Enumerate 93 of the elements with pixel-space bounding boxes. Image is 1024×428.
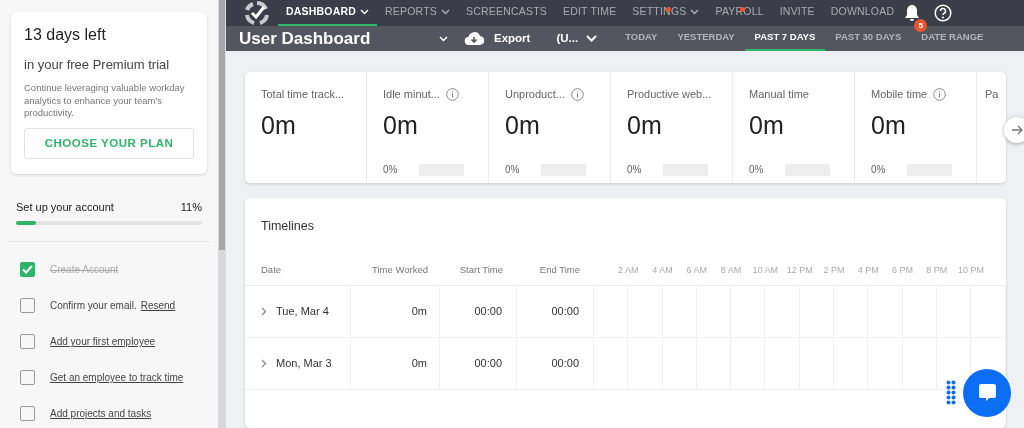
hour-label: 10 PM (958, 264, 985, 275)
export-button[interactable]: Export (494, 29, 531, 48)
time-worked-cell-text: 0m (411, 304, 427, 320)
page-title: User Dashboard (239, 27, 372, 50)
checkbox[interactable] (20, 406, 35, 422)
setup-title: Set up your account (16, 200, 114, 216)
hour-label: 10 AM (752, 264, 779, 275)
chevron-down-icon (360, 9, 370, 15)
arrow-right-icon (1010, 123, 1024, 137)
hour-label: 6 PM (892, 264, 914, 275)
stat-percent: 0% (627, 163, 642, 177)
stat-label: Unproduct... (505, 87, 565, 102)
date-range-tab[interactable]: YESTERDAY (667, 26, 745, 51)
task-link[interactable]: Get an employee to track time (50, 370, 184, 386)
info-icon[interactable] (445, 87, 459, 101)
info-icon[interactable] (933, 87, 947, 101)
next-arrow-button[interactable] (1004, 117, 1024, 143)
stat-label: Productive web... (627, 87, 712, 102)
nav-tab[interactable]: SETTINGS (624, 0, 708, 26)
chevron-down-icon[interactable] (586, 35, 598, 42)
end-time-cell-text: 00:00 (551, 304, 579, 320)
column-header: Start Time (459, 264, 503, 276)
hour-label: 4 AM (652, 264, 673, 275)
timelines-title: Timelines (261, 219, 315, 233)
hour-label: 6 AM (686, 264, 707, 275)
stat-value: 0m (383, 109, 419, 141)
hour-label: 8 AM (720, 264, 742, 275)
hour-label: 12 PM (786, 264, 813, 275)
user-selector[interactable]: (U... (556, 29, 579, 48)
hour-label: 2 AM (617, 264, 639, 275)
date-cell-text: Mon, Mar 3 (276, 356, 332, 372)
cloud-download-icon[interactable] (464, 31, 484, 46)
date-range-tab[interactable]: TODAY (615, 26, 668, 51)
end-time-cell-text: 00:00 (551, 356, 579, 372)
hour-label: 2 PM (823, 264, 845, 275)
date-cell-text: Tue, Mar 4 (276, 304, 329, 320)
help-icon[interactable] (934, 4, 953, 22)
stat-value: 0m (749, 109, 785, 141)
start-time-cell-text: 00:00 (474, 356, 502, 372)
task-label: Create Account (50, 263, 119, 278)
stat-label: Pa (985, 87, 999, 102)
expand-chevron-icon[interactable] (261, 359, 267, 368)
grid-dots-icon[interactable] (946, 380, 956, 406)
stat-label: Mobile time (871, 87, 928, 102)
resend-link[interactable]: Resend (140, 298, 176, 314)
trial-title: 13 days left (24, 25, 107, 45)
chevron-down-icon (439, 35, 448, 42)
date-range-tab[interactable]: PAST 7 DAYS (744, 26, 826, 51)
stat-label: Manual time (749, 87, 809, 102)
stat-percent: 0% (871, 163, 886, 177)
logo-icon (244, 0, 270, 26)
time-worked-cell-text: 0m (411, 356, 427, 372)
task-label: Confirm your email. (50, 299, 137, 314)
task-link[interactable]: Add projects and tasks (50, 406, 152, 422)
checkbox[interactable] (20, 262, 35, 278)
scrollbar[interactable] (218, 0, 226, 428)
notification-dot (739, 7, 745, 12)
chevron-down-icon (690, 9, 700, 15)
nav-tab[interactable]: DOWNLOAD (822, 0, 903, 26)
chevron-down-icon (441, 9, 451, 15)
nav-tab[interactable]: SCREENCASTS (458, 0, 555, 26)
hour-label: 8 PM (926, 264, 948, 275)
column-header: Time Worked (372, 264, 428, 276)
notification-dot (665, 7, 671, 12)
trial-subtitle: in your free Premium trial (24, 56, 171, 75)
stat-value: 0m (505, 109, 541, 141)
checkbox[interactable] (20, 370, 35, 386)
stat-value: 0m (261, 109, 297, 141)
stat-percent: 0% (505, 163, 520, 177)
start-time-cell-text: 00:00 (474, 304, 502, 320)
info-icon[interactable] (570, 87, 584, 101)
stat-percent: 0% (749, 163, 764, 177)
stat-value: 0m (871, 109, 907, 141)
trial-description: Continue leveraging valuable workday analytics to enhance your team's productivity. (24, 81, 186, 121)
nav-tab[interactable]: PAYROLL (707, 0, 772, 26)
bell-icon[interactable] (904, 4, 921, 22)
expand-chevron-icon[interactable] (261, 307, 267, 316)
setup-percent: 11% (180, 200, 202, 216)
date-range-tab[interactable]: PAST 30 DAYS (825, 26, 912, 51)
nav-tab[interactable]: REPORTS (377, 0, 459, 26)
hour-label: 4 PM (857, 264, 879, 275)
stat-percent: 0% (383, 163, 398, 177)
nav-tab[interactable]: EDIT TIME (555, 0, 625, 26)
nav-tab[interactable]: INVITE (771, 0, 823, 26)
checkbox[interactable] (20, 298, 35, 314)
column-header: End Time (539, 264, 580, 276)
choose-plan-button[interactable]: CHOOSE YOUR PLAN (24, 128, 194, 160)
task-link[interactable]: Add your first employee (50, 334, 156, 350)
column-header: Date (261, 264, 282, 276)
stat-label: Idle minut... (383, 87, 440, 102)
checkbox[interactable] (20, 334, 35, 350)
stat-label: Total time track... (261, 87, 345, 102)
stat-value: 0m (627, 109, 663, 141)
